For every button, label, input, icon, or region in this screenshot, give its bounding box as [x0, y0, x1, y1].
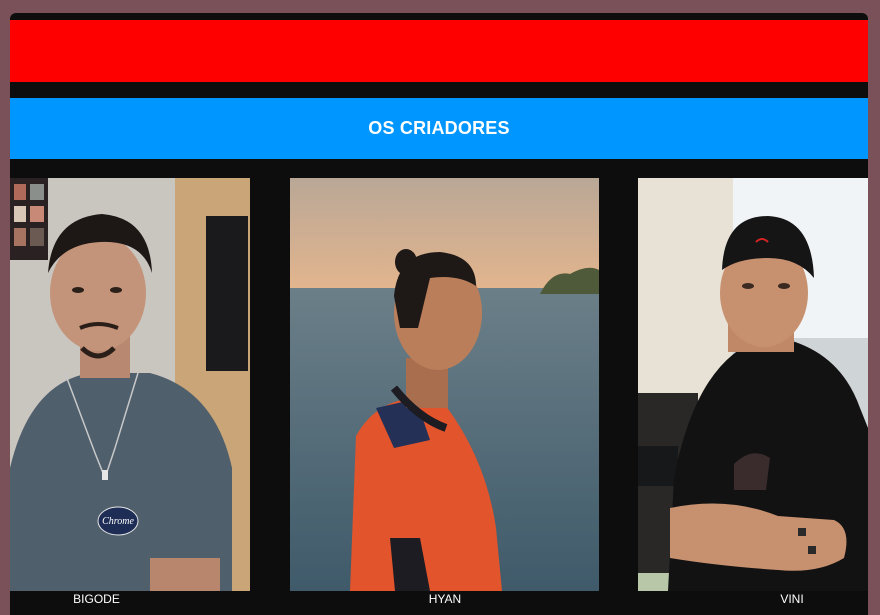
section-header: OS CRIADORES: [10, 98, 868, 159]
creator-photo-vini: [638, 178, 868, 591]
shirt-logo-text: Chrome: [102, 516, 134, 527]
section-title: OS CRIADORES: [368, 118, 510, 138]
top-banner: [10, 20, 868, 82]
creator-photo-hyan: [290, 178, 599, 591]
page-frame: OS CRIADORES Chrome BIGODE HYAN VINI: [10, 13, 868, 615]
creator-name-hyan: HYAN: [428, 592, 462, 606]
creator-name-bigode: BIGODE: [73, 592, 120, 606]
creator-photo-bigode: Chrome: [10, 178, 250, 591]
creator-name-vini: VINI: [780, 592, 804, 606]
